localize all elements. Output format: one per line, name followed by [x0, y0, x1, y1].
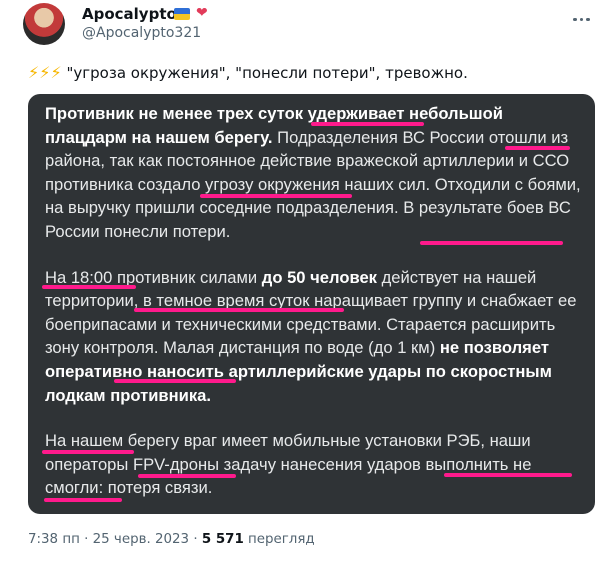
highlight-underline: [444, 473, 572, 477]
caption-text: "угроза окружения", "понесли потери", тр…: [66, 64, 468, 82]
meta-separator: ·: [79, 532, 93, 547]
post-meta: 7:38 пп · 25 черв. 2023 · 5 571 перегляд: [28, 532, 315, 547]
meta-separator: ·: [189, 532, 202, 547]
view-label: перегляд: [243, 532, 315, 547]
post-caption: ⚡⚡⚡ "угроза окружения", "понесли потери"…: [28, 63, 468, 82]
highlight-underline: [505, 146, 570, 150]
highlight-underline: [42, 285, 136, 289]
lightning-icon: ⚡: [50, 63, 62, 82]
paragraph-3-text: На нашем берегу враг имеет мобильные уст…: [45, 431, 532, 498]
post-image[interactable]: Противник не менее трех суток удерживает…: [28, 94, 595, 514]
author-avatar[interactable]: [23, 3, 65, 45]
highlight-underline: [42, 450, 134, 454]
lightning-icon: ⚡: [28, 63, 40, 82]
more-options-icon[interactable]: [573, 6, 597, 21]
highlight-underline: [44, 498, 122, 502]
post-date[interactable]: 25 черв. 2023: [93, 532, 189, 547]
paragraph-2-text-a: На 18:00 противник силами: [45, 267, 262, 287]
view-count: 5 571: [201, 532, 244, 547]
highlight-underline: [138, 474, 236, 478]
highlight-underline: [134, 308, 344, 312]
highlight-underline: [311, 122, 424, 126]
paragraph-2-bold-a: до 50 человек: [261, 267, 377, 287]
author-name[interactable]: Apocalypto: [82, 5, 177, 23]
lightning-icon: ⚡: [39, 63, 51, 82]
image-paragraph-3: На нашем берегу враг имеет мобильные уст…: [45, 429, 587, 500]
heart-icon: ❤: [196, 5, 208, 21]
highlight-underline: [114, 379, 236, 383]
ukraine-flag-icon: [174, 8, 190, 20]
highlight-underline: [420, 241, 563, 245]
author-handle[interactable]: @Apocalypto321: [82, 25, 201, 41]
highlight-underline: [200, 194, 352, 198]
post-time[interactable]: 7:38 пп: [28, 532, 80, 547]
